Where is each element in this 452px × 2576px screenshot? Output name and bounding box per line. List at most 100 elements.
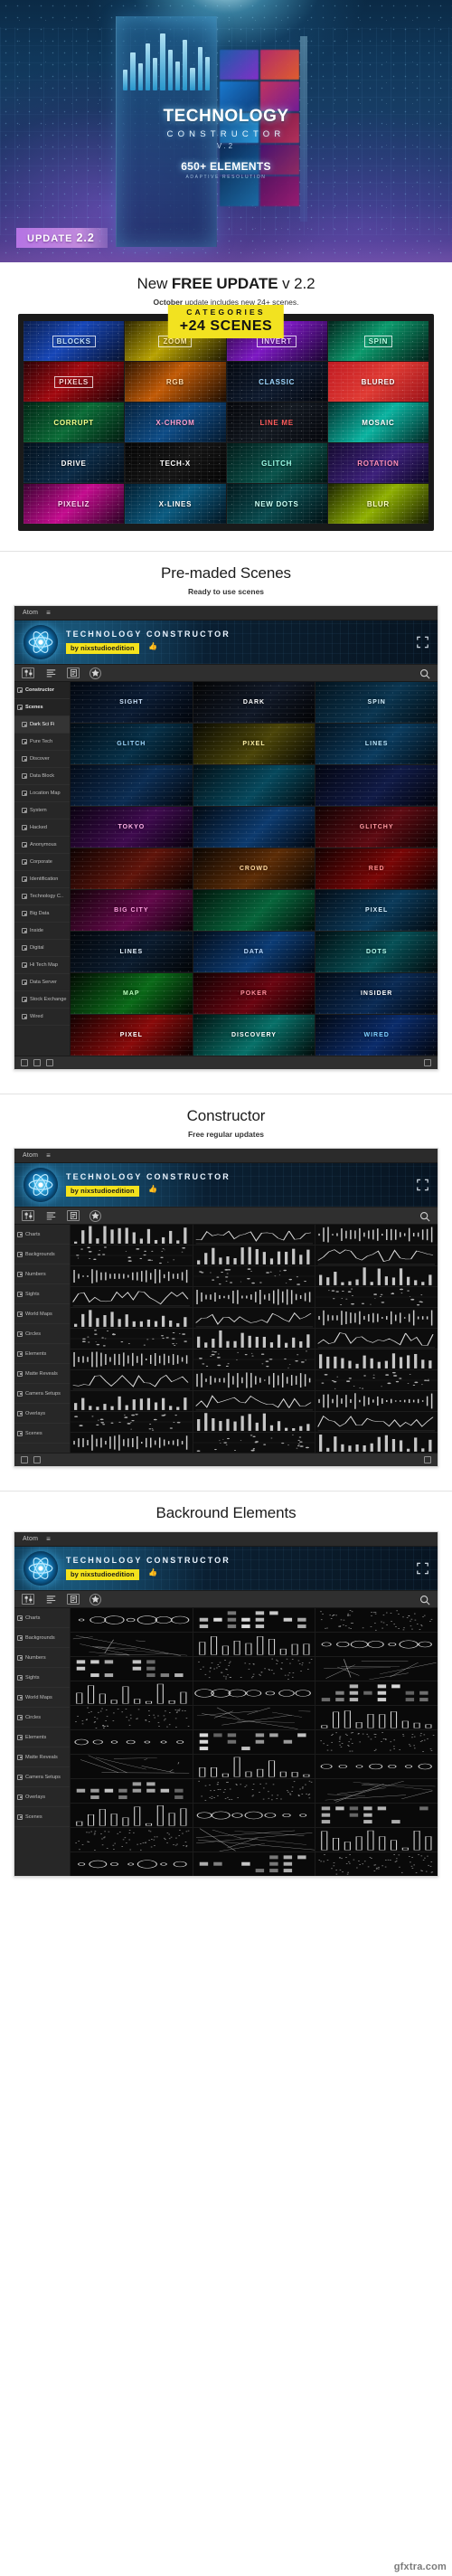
background-element-preview[interactable] xyxy=(315,1657,438,1681)
category-cell[interactable]: MOSAIC xyxy=(327,402,428,442)
background-element-preview[interactable] xyxy=(71,1804,193,1827)
constructor-element-preview[interactable] xyxy=(315,1370,438,1390)
constructor-element-preview[interactable] xyxy=(193,1329,315,1349)
background-element-preview[interactable] xyxy=(71,1657,193,1681)
sidebar-item-data-block[interactable]: Data Block xyxy=(14,768,70,785)
background-element-preview[interactable] xyxy=(193,1657,315,1681)
expand-icon[interactable] xyxy=(417,1562,428,1575)
background-element-preview[interactable] xyxy=(315,1852,438,1876)
star-icon[interactable] xyxy=(89,1209,101,1222)
scene-thumbnail[interactable]: GLITCH xyxy=(71,724,193,764)
sidebar-item-system[interactable]: System xyxy=(14,802,70,819)
grid-icon[interactable] xyxy=(21,1456,28,1463)
scene-thumbnail[interactable]: SIGHT xyxy=(71,682,193,723)
background-element-preview[interactable] xyxy=(193,1681,315,1705)
scene-thumbnail[interactable] xyxy=(315,765,438,806)
background-element-preview[interactable] xyxy=(71,1852,193,1876)
sidebar-item-charts[interactable]: Charts xyxy=(14,1225,70,1245)
sidebar-item-backgrounds[interactable]: Backgrounds xyxy=(14,1245,70,1264)
constructor-element-preview[interactable] xyxy=(315,1412,438,1432)
constructor-element-preview[interactable] xyxy=(315,1287,438,1307)
sidebar-item-inside[interactable]: Inside xyxy=(14,923,70,940)
list-icon[interactable] xyxy=(44,1594,57,1605)
background-element-preview[interactable] xyxy=(71,1730,193,1754)
banner-author-badge[interactable]: by nixstudioedition xyxy=(66,1185,139,1197)
expand-icon[interactable] xyxy=(417,636,428,649)
constructor-element-preview[interactable] xyxy=(71,1391,193,1411)
background-element-preview[interactable] xyxy=(193,1730,315,1754)
scene-thumbnail[interactable]: DISCOVERY xyxy=(193,1015,315,1056)
banner-author-badge[interactable]: by nixstudioedition xyxy=(66,642,139,654)
category-cell[interactable]: CORRUPT xyxy=(24,402,125,442)
sidebar-item-numbers[interactable]: Numbers xyxy=(14,1648,70,1668)
sidebar-item-data-server[interactable]: Data Server xyxy=(14,974,70,991)
scene-thumbnail[interactable]: RED xyxy=(315,848,438,889)
constructor-element-preview[interactable] xyxy=(193,1433,315,1453)
scene-thumbnail[interactable]: BIG CITY xyxy=(71,890,193,931)
search-icon[interactable] xyxy=(419,1210,430,1222)
sidebar-item-digital[interactable]: Digital xyxy=(14,940,70,957)
sidebar-item-backgrounds[interactable]: Backgrounds xyxy=(14,1628,70,1648)
sidebar-item-matte-reveals[interactable]: Matte Reveals xyxy=(14,1747,70,1767)
background-element-preview[interactable] xyxy=(315,1608,438,1632)
scene-thumbnail[interactable]: PIXEL xyxy=(193,724,315,764)
sidebar-item-circles[interactable]: Circles xyxy=(14,1708,70,1728)
sidebar-item-sights[interactable]: Sights xyxy=(14,1284,70,1304)
category-cell[interactable]: CLASSIC xyxy=(226,362,327,402)
category-cell[interactable]: GLITCH xyxy=(226,443,327,483)
sidebar-item-stock-exchange[interactable]: Stock Exchange xyxy=(14,991,70,1009)
sliders-icon[interactable] xyxy=(22,1210,34,1221)
background-element-preview[interactable] xyxy=(315,1681,438,1705)
constructor-element-preview[interactable] xyxy=(315,1350,438,1369)
constructor-element-preview[interactable] xyxy=(193,1370,315,1390)
sidebar-item-hi-tech-map[interactable]: Hi Tech Map xyxy=(14,957,70,974)
scene-thumbnail[interactable]: MAP xyxy=(71,973,193,1014)
scene-thumbnail[interactable]: PIXEL xyxy=(315,890,438,931)
category-cell[interactable]: BLOCKS xyxy=(24,321,125,361)
scene-thumbnail[interactable]: DARK xyxy=(193,682,315,723)
sidebar-item-camera-setups[interactable]: Camera Setups xyxy=(14,1767,70,1787)
play-icon[interactable] xyxy=(33,1059,41,1066)
constructor-element-preview[interactable] xyxy=(193,1225,315,1245)
pause-icon[interactable] xyxy=(46,1059,53,1066)
scene-thumbnail[interactable]: WIRED xyxy=(315,1015,438,1056)
sidebar-item-scenes[interactable]: Scenes xyxy=(14,1424,70,1444)
sidebar-item-anonymous[interactable]: Anonymous xyxy=(14,837,70,854)
background-element-preview[interactable] xyxy=(193,1804,315,1827)
constructor-element-preview[interactable] xyxy=(193,1412,315,1432)
constructor-element-preview[interactable] xyxy=(71,1287,193,1307)
scene-thumbnail[interactable] xyxy=(193,765,315,806)
constructor-element-preview[interactable] xyxy=(315,1245,438,1265)
scene-thumbnail[interactable]: DOTS xyxy=(315,932,438,972)
constructor-element-preview[interactable] xyxy=(193,1308,315,1328)
category-cell[interactable]: DRIVE xyxy=(24,443,125,483)
background-element-preview[interactable] xyxy=(315,1779,438,1803)
constructor-element-preview[interactable] xyxy=(315,1225,438,1245)
hamburger-icon[interactable]: ≡ xyxy=(46,1535,51,1543)
fullscreen-icon[interactable] xyxy=(424,1456,431,1463)
sidebar-item-wired[interactable]: Wired xyxy=(14,1009,70,1026)
sidebar-item-dark-sci-fi[interactable]: Dark Sci Fi xyxy=(14,716,70,734)
banner-author-badge[interactable]: by nixstudioedition xyxy=(66,1568,139,1580)
sidebar-item-technology-c[interactable]: Technology C.. xyxy=(14,888,70,905)
list-icon[interactable] xyxy=(44,1210,57,1221)
constructor-element-preview[interactable] xyxy=(71,1266,193,1286)
constructor-element-preview[interactable] xyxy=(71,1225,193,1245)
grid-icon[interactable] xyxy=(21,1059,28,1066)
scene-thumbnail[interactable]: LINES xyxy=(315,724,438,764)
sidebar-item-sights[interactable]: Sights xyxy=(14,1668,70,1688)
category-cell[interactable]: X-LINES xyxy=(125,484,226,524)
scene-thumbnail[interactable]: POKER xyxy=(193,973,315,1014)
scene-thumbnail[interactable] xyxy=(193,807,315,848)
constructor-element-preview[interactable] xyxy=(71,1350,193,1369)
background-element-preview[interactable] xyxy=(193,1755,315,1778)
constructor-element-preview[interactable] xyxy=(315,1433,438,1453)
thumbs-up-icon[interactable]: 👍 xyxy=(148,1185,157,1193)
category-cell[interactable]: ROTATION xyxy=(327,443,428,483)
sidebar-item-scenes[interactable]: Scenes xyxy=(14,1807,70,1827)
hamburger-icon[interactable]: ≡ xyxy=(46,1151,51,1160)
sliders-icon[interactable] xyxy=(22,668,34,678)
background-element-preview[interactable] xyxy=(315,1706,438,1729)
sidebar-item-corporate[interactable]: Corporate xyxy=(14,854,70,871)
sidebar-item-pure-tech[interactable]: Pure Tech xyxy=(14,734,70,751)
